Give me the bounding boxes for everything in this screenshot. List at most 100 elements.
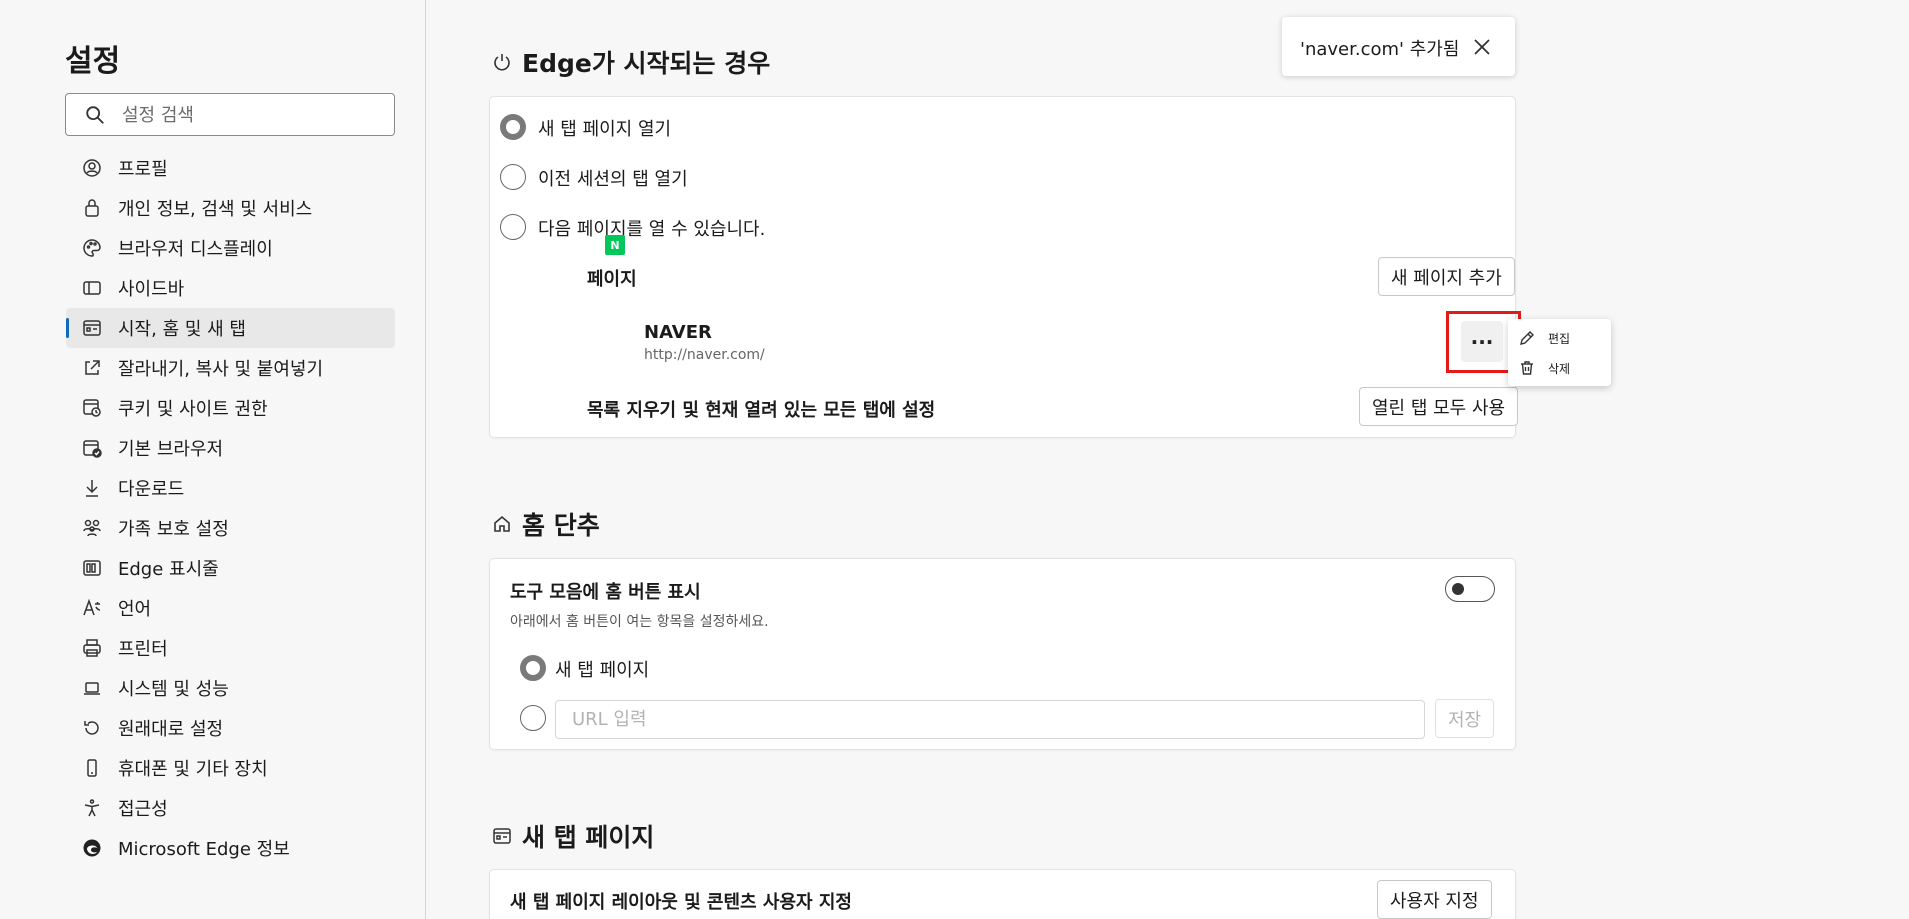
search-icon bbox=[86, 106, 104, 124]
sidebar-item-label: 프린터 bbox=[118, 639, 168, 660]
sidebar-item-label: 언어 bbox=[118, 599, 152, 620]
radio-label-open-previous-session: 이전 세션의 탭 열기 bbox=[538, 169, 688, 190]
home-url-field[interactable] bbox=[555, 700, 1425, 739]
radio-label-open-new-tab: 새 탭 페이지 열기 bbox=[538, 119, 672, 140]
sidebar-title: 설정 bbox=[65, 44, 121, 79]
pages-label: 페이지 bbox=[587, 269, 637, 290]
edge-logo-icon bbox=[80, 836, 104, 860]
customize-new-tab-label: 새 탭 페이지 레이아웃 및 콘텐츠 사용자 지정 bbox=[510, 892, 852, 913]
customize-button[interactable]: 사용자 지정 bbox=[1377, 880, 1492, 919]
radio-home-new-tab[interactable] bbox=[520, 655, 546, 681]
home-section-header: 홈 단추 bbox=[490, 506, 600, 542]
sidebar-item-display[interactable]: 브라우저 디스플레이 bbox=[66, 228, 395, 268]
sidebar-item-system[interactable]: 시스템 및 성능 bbox=[66, 668, 395, 708]
reset-icon bbox=[80, 716, 104, 740]
sidebar-item-label: 시스템 및 성능 bbox=[118, 679, 229, 700]
radio-home-url[interactable] bbox=[520, 705, 546, 731]
sidebar-item-phone[interactable]: 휴대폰 및 기타 장치 bbox=[66, 748, 395, 788]
sidebar-item-accessibility[interactable]: 접근성 bbox=[66, 788, 395, 828]
family-icon bbox=[80, 516, 104, 540]
startup-card: 새 탭 페이지 열기 이전 세션의 탭 열기 다음 페이지를 열 수 있습니다.… bbox=[490, 97, 1519, 437]
radio-open-specific-pages[interactable] bbox=[500, 214, 526, 240]
sidebar-item-reset[interactable]: 원래대로 설정 bbox=[66, 708, 395, 748]
sidebar-item-label: 기본 브라우저 bbox=[118, 439, 224, 460]
phone-icon bbox=[80, 756, 104, 780]
radio-label-home-new-tab: 새 탭 페이지 bbox=[555, 660, 650, 681]
sidebar-item-cut-copy-paste[interactable]: 잘라내기, 복사 및 붙여넣기 bbox=[66, 348, 395, 388]
show-home-button-description: 아래에서 홈 버튼이 여는 항목을 설정하세요. bbox=[510, 614, 769, 630]
sidebar-item-label: 쿠키 및 사이트 권한 bbox=[118, 399, 268, 420]
home-section-title: 홈 단추 bbox=[522, 511, 600, 540]
add-new-page-button[interactable]: 새 페이지 추가 bbox=[1378, 257, 1515, 296]
sidebar-item-edge-bar[interactable]: Edge 표시줄 bbox=[66, 548, 395, 588]
sidebar-item-downloads[interactable]: 다운로드 bbox=[66, 468, 395, 508]
download-icon bbox=[80, 476, 104, 500]
clear-and-set-open-tabs-label: 목록 지우기 및 현재 열려 있는 모든 탭에 설정 bbox=[587, 400, 936, 421]
sidebar-item-label: Microsoft Edge 정보 bbox=[118, 839, 290, 860]
radio-open-previous-session[interactable] bbox=[500, 164, 526, 190]
radio-label-open-specific-pages: 다음 페이지를 열 수 있습니다. bbox=[538, 219, 766, 240]
sidebar-item-family[interactable]: 가족 보호 설정 bbox=[66, 508, 395, 548]
sidebar-item-label: Edge 표시줄 bbox=[118, 559, 219, 580]
settings-main-panel: Edge가 시작되는 경우 새 탭 페이지 열기 이전 세션의 탭 열기 다음 … bbox=[427, 0, 1909, 919]
sidebar-item-label: 휴대폰 및 기타 장치 bbox=[118, 759, 268, 780]
close-icon[interactable] bbox=[1470, 35, 1494, 59]
use-all-open-tabs-button[interactable]: 열린 탭 모두 사용 bbox=[1359, 387, 1519, 426]
sidebar-item-profile[interactable]: 프로필 bbox=[66, 148, 395, 188]
new-tab-page-icon bbox=[490, 824, 514, 848]
show-home-button-label: 도구 모음에 홈 버튼 표시 bbox=[510, 582, 701, 603]
settings-sidebar: 설정 프로필 개인 정보, 검색 및 서비스 브라우저 디스플레이 사이드바 시… bbox=[0, 0, 426, 919]
pencil-icon bbox=[1520, 331, 1534, 345]
language-icon bbox=[80, 596, 104, 620]
sidebar-icon bbox=[80, 276, 104, 300]
sidebar-item-label: 사이드바 bbox=[118, 279, 185, 300]
cookie-icon bbox=[80, 396, 104, 420]
sidebar-item-label: 브라우저 디스플레이 bbox=[118, 239, 273, 260]
edge-bar-icon bbox=[80, 556, 104, 580]
sidebar-item-cookies[interactable]: 쿠키 및 사이트 권한 bbox=[66, 388, 395, 428]
sidebar-item-label: 접근성 bbox=[118, 799, 168, 820]
sidebar-item-label: 원래대로 설정 bbox=[118, 719, 224, 740]
lock-icon bbox=[80, 196, 104, 220]
profile-icon bbox=[80, 156, 104, 180]
sidebar-item-label: 시작, 홈 및 새 탭 bbox=[118, 319, 246, 340]
sidebar-item-about-edge[interactable]: Microsoft Edge 정보 bbox=[66, 828, 395, 868]
trash-icon bbox=[1521, 361, 1533, 375]
sidebar-item-language[interactable]: 언어 bbox=[66, 588, 395, 628]
sidebar-item-label: 개인 정보, 검색 및 서비스 bbox=[118, 199, 313, 220]
settings-search-box[interactable] bbox=[65, 93, 395, 136]
page-entry-name: NAVER bbox=[644, 322, 712, 343]
sidebar-item-label: 다운로드 bbox=[118, 479, 185, 500]
save-url-button[interactable]: 저장 bbox=[1435, 699, 1495, 738]
sidebar-item-printer[interactable]: 프린터 bbox=[66, 628, 395, 668]
page-entry-url: http://naver.com/ bbox=[644, 347, 765, 363]
radio-open-new-tab[interactable] bbox=[500, 114, 526, 140]
palette-icon bbox=[80, 236, 104, 260]
home-icon bbox=[490, 512, 514, 536]
printer-icon bbox=[80, 636, 104, 660]
context-menu-edit[interactable]: 편집 bbox=[1518, 325, 1606, 351]
share-icon bbox=[80, 356, 104, 380]
browser-icon bbox=[80, 436, 104, 460]
settings-search-input[interactable] bbox=[122, 100, 382, 130]
page-entry-context-menu: 편집 삭제 bbox=[1508, 319, 1611, 386]
startup-section-header: Edge가 시작되는 경우 bbox=[490, 44, 770, 80]
show-home-button-toggle[interactable] bbox=[1445, 576, 1495, 602]
sidebar-item-sidebar[interactable]: 사이드바 bbox=[66, 268, 395, 308]
sidebar-item-label: 가족 보호 설정 bbox=[118, 519, 229, 540]
home-url-input[interactable] bbox=[556, 701, 1424, 738]
naver-favicon: N bbox=[605, 235, 625, 255]
context-menu-delete[interactable]: 삭제 bbox=[1518, 355, 1606, 381]
new-tab-section-title: 새 탭 페이지 bbox=[522, 823, 655, 852]
new-tab-section-header: 새 탭 페이지 bbox=[490, 818, 654, 854]
new-tab-card: 새 탭 페이지 레이아웃 및 콘텐츠 사용자 지정 사용자 지정 bbox=[490, 870, 1515, 919]
sidebar-item-start-home-newtab[interactable]: 시작, 홈 및 새 탭 bbox=[66, 308, 395, 348]
accessibility-icon bbox=[80, 796, 104, 820]
sidebar-item-default-browser[interactable]: 기본 브라우저 bbox=[66, 428, 395, 468]
sidebar-item-label: 프로필 bbox=[118, 159, 168, 180]
laptop-icon bbox=[80, 676, 104, 700]
sidebar-item-label: 잘라내기, 복사 및 붙여넣기 bbox=[118, 359, 324, 380]
context-menu-edit-label: 편집 bbox=[1548, 331, 1571, 346]
sidebar-item-privacy[interactable]: 개인 정보, 검색 및 서비스 bbox=[66, 188, 395, 228]
context-menu-delete-label: 삭제 bbox=[1548, 361, 1571, 376]
